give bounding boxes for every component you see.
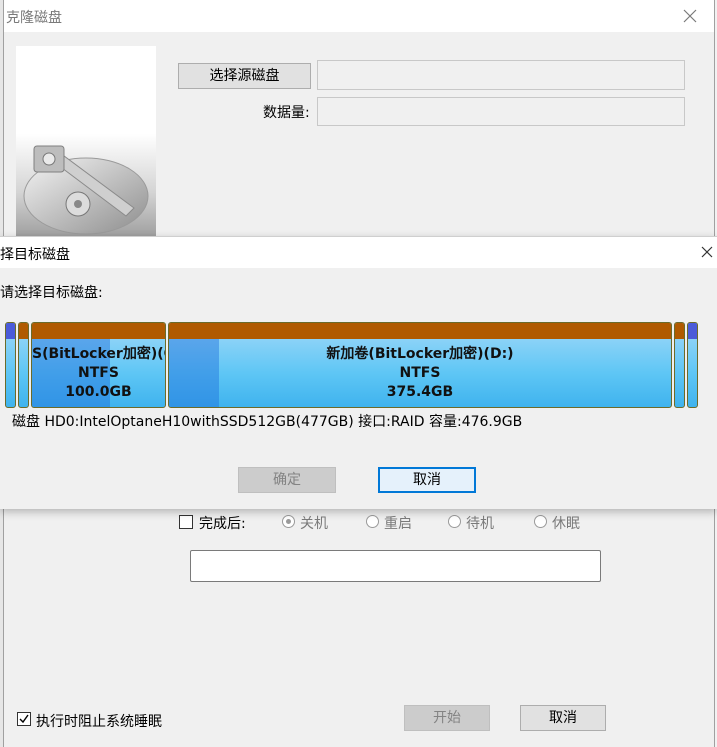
select-source-disk-button[interactable]: 选择源磁盘 — [178, 63, 311, 89]
partition-c-name: S(BitLocker加密)(C — [32, 346, 166, 362]
partition-cap — [32, 323, 165, 339]
partition-c-size: 100.0GB — [65, 384, 132, 400]
after-complete-label: 完成后: — [199, 516, 246, 532]
partition-cap — [169, 323, 671, 339]
disk-partition-bar: S(BitLocker加密)(C NTFS 100.0GB 新加卷(BitLoc… — [5, 322, 699, 408]
source-disk-field — [317, 60, 685, 90]
radio-shutdown[interactable] — [282, 515, 295, 528]
after-complete-checkbox[interactable] — [179, 515, 193, 529]
dialog-cancel-button[interactable]: 取消 — [378, 467, 476, 493]
start-button[interactable]: 开始 — [404, 705, 490, 731]
checkmark-icon — [19, 714, 29, 724]
hard-disk-image — [16, 46, 156, 241]
partition-c[interactable]: S(BitLocker加密)(C NTFS 100.0GB — [31, 322, 166, 408]
prevent-sleep-label: 执行时阻止系统睡眠 — [36, 714, 162, 730]
prevent-sleep-checkbox[interactable] — [17, 712, 31, 726]
partition-c-fs: NTFS — [78, 365, 119, 381]
partition-d-fs: NTFS — [399, 365, 441, 381]
partition-d-size: 375.4GB — [386, 384, 454, 400]
partition-small-2[interactable] — [18, 322, 29, 408]
radio-restart[interactable] — [366, 515, 379, 528]
partition-small-1[interactable] — [5, 322, 16, 408]
close-icon[interactable] — [680, 6, 700, 26]
partition-cap — [675, 323, 684, 339]
radio-standby-label: 待机 — [466, 516, 494, 532]
clone-window-titlebar: 克隆磁盘 — [4, 0, 714, 32]
radio-standby[interactable] — [448, 515, 461, 528]
partition-small-3[interactable] — [674, 322, 685, 408]
target-dialog-titlebar: 择目标磁盘 — [0, 237, 717, 268]
disk-info-text: 磁盘 HD0:IntelOptaneH10withSSD512GB(477GB)… — [12, 414, 523, 430]
clone-window-title: 克隆磁盘 — [6, 10, 62, 26]
close-icon[interactable] — [699, 244, 715, 260]
partition-cap — [688, 323, 697, 339]
radio-hibernate-label: 休眠 — [552, 516, 580, 532]
partition-cap — [19, 323, 28, 339]
radio-restart-label: 重启 — [384, 516, 412, 532]
data-amount-field — [317, 97, 685, 126]
partition-small-4[interactable] — [687, 322, 698, 408]
ok-button[interactable]: 确定 — [238, 467, 336, 493]
footer-cancel-button[interactable]: 取消 — [520, 705, 606, 731]
partition-d[interactable]: 新加卷(BitLocker加密)(D:) NTFS 375.4GB — [168, 322, 672, 408]
radio-shutdown-label: 关机 — [300, 516, 328, 532]
radio-hibernate[interactable] — [534, 515, 547, 528]
partition-d-name: 新加卷(BitLocker加密)(D:) — [326, 346, 514, 362]
target-prompt-label: 请选择目标磁盘: — [0, 285, 103, 301]
progress-text-box — [190, 550, 601, 582]
select-target-disk-dialog: 择目标磁盘 请选择目标磁盘: S(BitLocker加密)(C NTFS 100… — [0, 236, 717, 509]
partition-cap — [6, 323, 15, 339]
data-amount-label: 数据量: — [263, 105, 310, 121]
target-dialog-title: 择目标磁盘 — [0, 247, 70, 263]
